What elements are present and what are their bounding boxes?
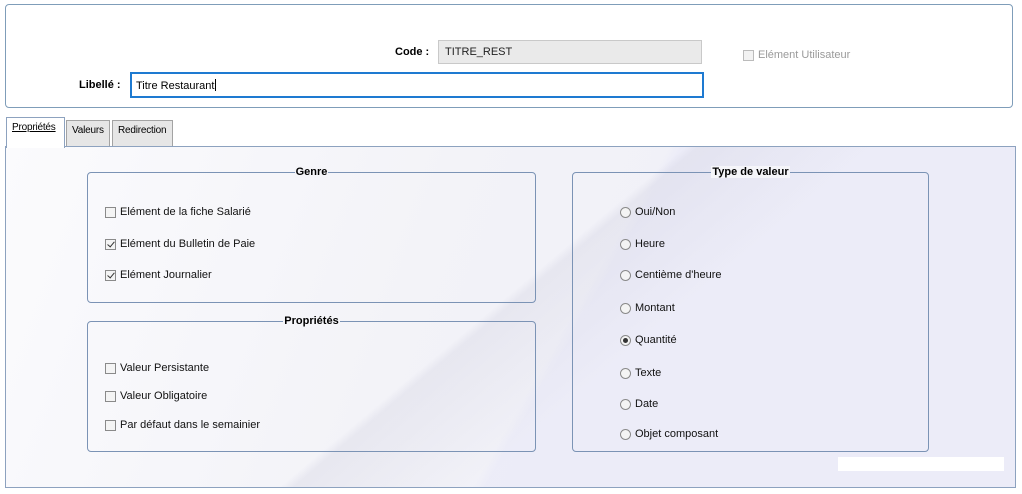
libelle-input[interactable]: Titre Restaurant bbox=[130, 72, 704, 98]
tab-label: Redirection bbox=[118, 125, 167, 136]
checkbox-label: Par défaut dans le semainier bbox=[120, 419, 261, 431]
radio-icon bbox=[620, 367, 631, 379]
checkbox-label: Elément de la fiche Salarié bbox=[120, 206, 251, 218]
radio-selected-icon bbox=[620, 334, 631, 346]
checkbox-checked-icon bbox=[105, 269, 116, 281]
radio-montant[interactable]: Montant bbox=[620, 302, 675, 314]
radio-icon bbox=[620, 302, 631, 314]
code-label: Code : bbox=[395, 46, 430, 58]
radio-date[interactable]: Date bbox=[620, 398, 658, 410]
checkbox-label: Elément Journalier bbox=[120, 269, 212, 281]
genre-group: Genre Elément de la fiche Salarié Elémen… bbox=[87, 166, 536, 303]
checkbox-label: Elément du Bulletin de Paie bbox=[120, 238, 256, 250]
radio-icon bbox=[620, 398, 631, 410]
checkbox-valeur-persistante[interactable]: Valeur Persistante bbox=[105, 362, 209, 374]
checkbox-icon bbox=[105, 419, 116, 431]
radio-icon bbox=[620, 269, 631, 281]
proprietes-title: Propriétés bbox=[283, 315, 340, 327]
libelle-value: Titre Restaurant bbox=[136, 80, 215, 92]
checkbox-icon bbox=[105, 390, 116, 402]
radio-centieme-heure[interactable]: Centième d'heure bbox=[620, 269, 722, 281]
tab-label: Valeurs bbox=[72, 125, 104, 136]
radio-quantite[interactable]: Quantité bbox=[620, 334, 677, 346]
tab-valeurs[interactable]: Valeurs bbox=[66, 120, 110, 146]
radio-icon bbox=[620, 238, 631, 250]
checkbox-defaut-semainier[interactable]: Par défaut dans le semainier bbox=[105, 419, 260, 431]
type-valeur-group: Type de valeur Oui/Non Heure Centième d'… bbox=[572, 166, 929, 452]
radio-label: Heure bbox=[635, 238, 665, 250]
radio-label: Date bbox=[635, 398, 659, 410]
checkbox-bulletin-paie[interactable]: Elément du Bulletin de Paie bbox=[105, 238, 255, 250]
type-valeur-title: Type de valeur bbox=[711, 166, 790, 178]
radio-heure[interactable]: Heure bbox=[620, 238, 665, 250]
proprietes-group: Propriétés Valeur Persistante Valeur Obl… bbox=[87, 315, 536, 452]
libelle-label: Libellé : bbox=[79, 79, 121, 91]
checkbox-label: Valeur Obligatoire bbox=[120, 390, 208, 402]
radio-label: Centième d'heure bbox=[635, 269, 722, 281]
blank-field bbox=[838, 457, 1004, 471]
text-caret bbox=[215, 79, 217, 91]
user-element-label: Elément Utilisateur bbox=[758, 49, 851, 61]
checkbox-journalier[interactable]: Elément Journalier bbox=[105, 269, 212, 281]
radio-label: Montant bbox=[635, 302, 675, 314]
radio-label: Quantité bbox=[635, 334, 677, 346]
radio-texte[interactable]: Texte bbox=[620, 367, 661, 379]
tab-proprietes[interactable]: Propriétés bbox=[6, 117, 65, 148]
radio-label: Objet composant bbox=[635, 428, 719, 440]
checkbox-valeur-obligatoire[interactable]: Valeur Obligatoire bbox=[105, 390, 207, 402]
checkbox-icon bbox=[105, 362, 116, 374]
checkbox-icon bbox=[105, 206, 116, 218]
radio-oui-non[interactable]: Oui/Non bbox=[620, 206, 675, 218]
radio-objet-composant[interactable]: Objet composant bbox=[620, 428, 718, 440]
radio-label: Oui/Non bbox=[635, 206, 676, 218]
user-element-checkbox[interactable]: Elément Utilisateur bbox=[743, 49, 850, 61]
radio-icon bbox=[620, 428, 631, 440]
checkbox-checked-icon bbox=[105, 238, 116, 250]
tab-redirection[interactable]: Redirection bbox=[112, 120, 173, 146]
radio-icon bbox=[620, 206, 631, 218]
radio-label: Texte bbox=[635, 367, 662, 379]
checkbox-icon bbox=[743, 49, 754, 61]
code-field: TITRE_REST bbox=[438, 40, 702, 64]
genre-title: Genre bbox=[294, 166, 329, 178]
checkbox-label: Valeur Persistante bbox=[120, 362, 210, 374]
tab-label: Propriétés bbox=[12, 122, 56, 133]
checkbox-fiche-salarie[interactable]: Elément de la fiche Salarié bbox=[105, 206, 251, 218]
